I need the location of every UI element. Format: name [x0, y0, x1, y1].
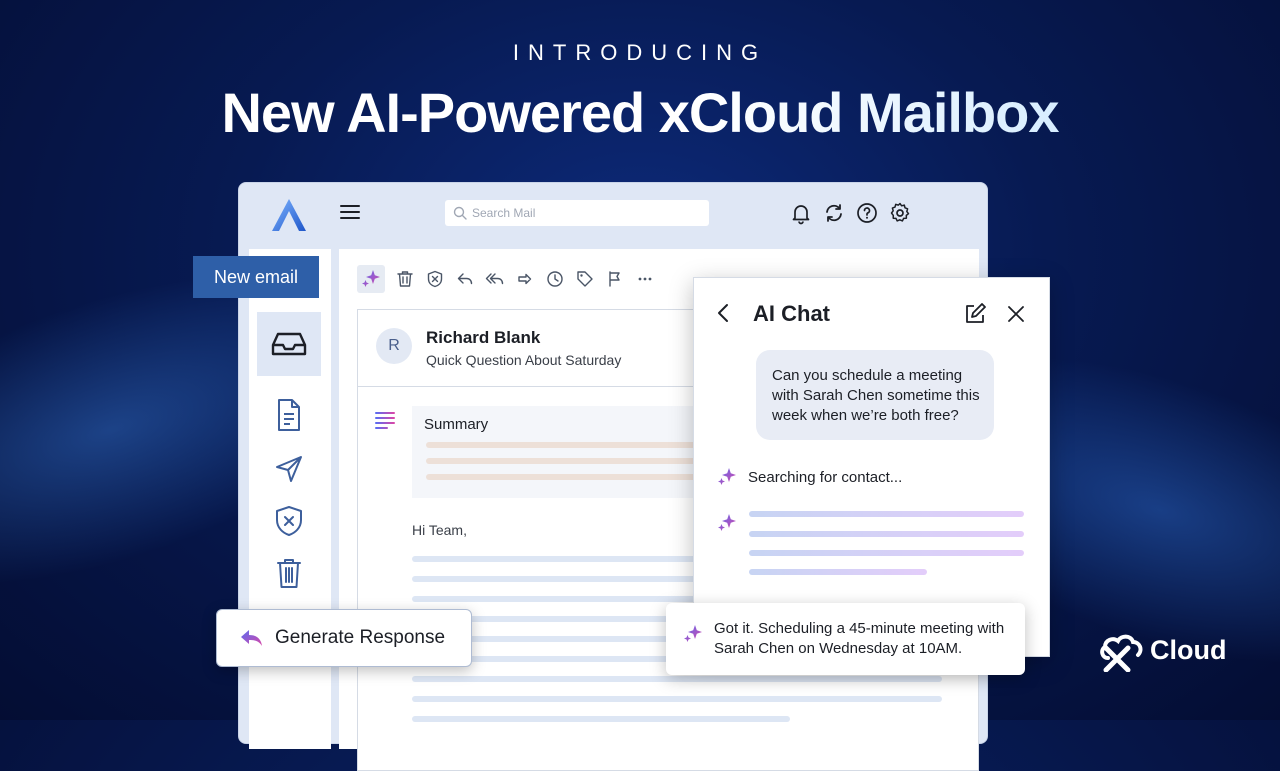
send-icon	[276, 456, 302, 482]
summary-line	[426, 442, 716, 448]
search-box[interactable]: Search Mail	[445, 200, 709, 226]
reply-sparkle-icon	[241, 630, 262, 646]
search-input[interactable]: Search Mail	[472, 206, 535, 220]
email-sender: Richard Blank	[426, 328, 541, 347]
email-body-line	[412, 716, 790, 722]
reply-all-button[interactable]	[484, 269, 505, 290]
ai-response-text: Got it. Scheduling a 45-minute meeting w…	[714, 620, 1005, 657]
forward-button[interactable]	[514, 269, 535, 290]
bell-icon[interactable]	[789, 201, 813, 225]
app-logo-icon	[269, 197, 309, 233]
avatar: R	[376, 328, 412, 364]
back-icon[interactable]	[714, 303, 734, 323]
ai-chat-panel: AI Chat Can you schedule a meeting with …	[693, 277, 1050, 657]
hero-eyebrow: INTRODUCING	[512, 40, 768, 65]
email-body-line	[412, 596, 702, 602]
sync-icon[interactable]	[822, 201, 846, 225]
ai-assist-button[interactable]	[357, 265, 385, 293]
delete-button[interactable]	[394, 269, 415, 290]
trash-icon	[396, 271, 413, 287]
xcloud-logo-icon	[1100, 634, 1143, 672]
sparkle-icon	[716, 512, 738, 539]
trash-icon	[277, 559, 301, 588]
reply-all-icon	[485, 273, 503, 285]
email-greeting: Hi Team,	[412, 522, 467, 538]
sparkle-icon	[718, 468, 736, 485]
ai-typing-line	[749, 531, 1024, 537]
more-button[interactable]	[634, 269, 655, 290]
hero-title: New AI-Powered xCloud Mailbox	[0, 80, 1280, 145]
sidebar-item-trash[interactable]	[257, 541, 321, 605]
generate-response-label: Generate Response	[275, 627, 446, 648]
reply-button[interactable]	[454, 269, 475, 290]
summary-line	[426, 458, 716, 464]
ai-status-text: Searching for contact...	[748, 468, 903, 486]
email-body-line	[412, 576, 702, 582]
user-message: Can you schedule a meeting with Sarah Ch…	[756, 350, 994, 440]
sidebar-item-inbox[interactable]	[257, 312, 321, 376]
ai-chat-title: AI Chat	[753, 301, 830, 326]
summary-lines-icon	[374, 410, 396, 430]
clock-icon	[546, 271, 563, 287]
inbox-icon	[271, 332, 307, 356]
ai-status-row: Searching for contact...	[716, 466, 902, 488]
sidebar	[249, 249, 331, 749]
more-icon	[638, 277, 651, 281]
summary-line	[426, 474, 716, 480]
generate-response-button[interactable]: Generate Response	[216, 609, 472, 667]
email-body-line	[412, 556, 702, 562]
email-body-line	[412, 696, 942, 702]
snooze-button[interactable]	[544, 269, 565, 290]
block-icon	[427, 270, 442, 288]
help-icon[interactable]	[855, 201, 879, 225]
ai-response-card: Got it. Scheduling a 45-minute meeting w…	[666, 603, 1025, 675]
forward-icon	[517, 273, 531, 285]
new-chat-edit-icon[interactable]	[964, 303, 986, 325]
close-icon[interactable]	[1006, 304, 1026, 324]
tag-icon	[576, 271, 593, 287]
email-toolbar	[357, 265, 655, 293]
search-icon	[453, 206, 467, 220]
menu-icon[interactable]	[339, 203, 361, 221]
flag-button[interactable]	[604, 269, 625, 290]
new-email-button[interactable]: New email	[193, 256, 319, 298]
settings-icon[interactable]	[888, 201, 912, 225]
email-body-line	[412, 676, 942, 682]
document-icon	[278, 399, 300, 431]
shield-icon	[276, 506, 302, 536]
brand-name: Cloud	[1150, 634, 1227, 665]
ai-typing-line	[749, 569, 927, 575]
reply-icon	[457, 273, 472, 285]
label-button[interactable]	[574, 269, 595, 290]
sparkle-icon	[362, 270, 380, 287]
block-button[interactable]	[424, 269, 445, 290]
summary-title: Summary	[424, 416, 489, 433]
ai-typing-line	[749, 550, 1024, 556]
flag-icon	[608, 271, 620, 287]
sparkle-icon	[684, 625, 702, 642]
brand-logo: Cloud	[1098, 628, 1226, 672]
ai-typing-line	[749, 511, 1024, 517]
email-subject: Quick Question About Saturday	[426, 352, 622, 368]
